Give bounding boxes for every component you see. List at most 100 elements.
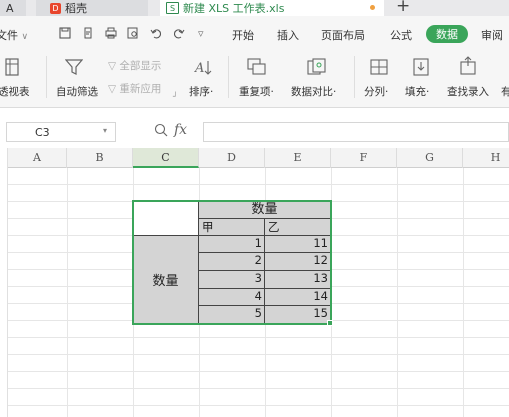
- lookup-entry-icon[interactable]: [458, 56, 478, 80]
- tab-label: A: [6, 1, 14, 15]
- table-cell-yi[interactable]: 11: [265, 236, 331, 253]
- split-column-button[interactable]: 分列·: [364, 84, 388, 99]
- reapply-button[interactable]: ▽ 重新应用: [108, 81, 161, 96]
- export-pdf-icon[interactable]: [81, 27, 94, 40]
- chevron-down-icon[interactable]: ▾: [103, 126, 107, 135]
- pivot-table-icon[interactable]: [2, 58, 22, 80]
- fill-handle[interactable]: [327, 320, 333, 326]
- unsaved-dot-icon: [370, 5, 375, 10]
- column-header-f[interactable]: F: [331, 148, 397, 168]
- insert-function-button[interactable]: fx: [174, 122, 187, 138]
- table-header-yi[interactable]: 乙: [265, 219, 331, 236]
- column-header-a[interactable]: A: [8, 148, 67, 168]
- formula-bar: C3 ▾ fx: [0, 118, 509, 146]
- table-cell-jia[interactable]: 1: [199, 236, 265, 253]
- table-row-label[interactable]: 数量: [133, 236, 199, 324]
- filter-small-icon: ▽: [108, 83, 117, 95]
- table-cell-yi[interactable]: 15: [265, 306, 331, 324]
- table-cell-yi[interactable]: 12: [265, 253, 331, 271]
- dropdown-caret-icon: ·: [426, 86, 430, 98]
- ribbon-toolbar: 透视表 自动筛选 ▽ 全部显示 ▽ 重新应用 ┘ A 排序· 重复项· 数据对比…: [0, 52, 509, 108]
- sort-button[interactable]: 排序·: [189, 84, 213, 99]
- row-header-strip: [0, 148, 8, 417]
- split-label: 分列: [364, 86, 385, 98]
- row-line: [0, 184, 509, 185]
- ribbon-overflow-label[interactable]: 有: [501, 84, 509, 99]
- print-preview-icon[interactable]: [126, 27, 139, 40]
- fill-icon[interactable]: [411, 58, 431, 80]
- reapply-label: 重新应用: [119, 83, 162, 95]
- print-icon[interactable]: [104, 27, 117, 40]
- column-header-d[interactable]: D: [199, 148, 265, 168]
- tab-spreadsheet[interactable]: S 新建 XLS 工作表.xls: [160, 0, 384, 16]
- save-icon[interactable]: [58, 27, 71, 40]
- menu-file[interactable]: 文件 ∨: [0, 27, 28, 43]
- column-header-h[interactable]: H: [463, 148, 509, 168]
- table-corner-cell[interactable]: [133, 201, 199, 236]
- row-line: [0, 371, 509, 372]
- table-cell-jia[interactable]: 5: [199, 306, 265, 324]
- formula-input[interactable]: [203, 122, 509, 142]
- dropdown-caret-icon: ·: [270, 86, 274, 98]
- redo-icon[interactable]: [172, 27, 185, 40]
- table-header-jia[interactable]: 甲: [199, 219, 265, 236]
- table-cell-jia[interactable]: 3: [199, 271, 265, 289]
- dropdown-caret-icon: ·: [210, 86, 214, 98]
- tab-spreadsheet-label: 新建 XLS 工作表.xls: [183, 2, 285, 15]
- data-table: 数量 甲 乙 数量 1 11 2 12 3 13 4 14 5 15: [133, 201, 331, 324]
- column-header-c[interactable]: C: [133, 148, 199, 168]
- name-box[interactable]: C3 ▾: [6, 122, 116, 142]
- row-line: [0, 354, 509, 355]
- row-line: [0, 388, 509, 389]
- show-all-label: 全部显示: [119, 60, 162, 72]
- tab-docer-label: 稻壳: [65, 2, 87, 15]
- column-header-b[interactable]: B: [67, 148, 133, 168]
- menu-formula[interactable]: 公式: [390, 27, 412, 43]
- tab-previous[interactable]: A: [0, 0, 26, 16]
- group-corner-icon[interactable]: ┘: [173, 92, 178, 101]
- fill-label: 填充: [405, 86, 426, 98]
- column-header-g[interactable]: G: [397, 148, 463, 168]
- dropdown-caret-icon: ·: [333, 86, 337, 98]
- table-cell-jia[interactable]: 4: [199, 289, 265, 306]
- filter-icon[interactable]: [64, 58, 84, 80]
- column-header-e[interactable]: E: [265, 148, 331, 168]
- undo-icon[interactable]: [149, 27, 162, 40]
- menu-review[interactable]: 审阅: [481, 27, 503, 43]
- table-cell-jia[interactable]: 2: [199, 253, 265, 271]
- column-line: [67, 168, 68, 417]
- menu-insert[interactable]: 插入: [277, 27, 299, 43]
- row-line: [0, 337, 509, 338]
- duplicates-icon[interactable]: [247, 58, 267, 80]
- menu-page-layout[interactable]: 页面布局: [321, 27, 365, 43]
- cell-reference: C3: [35, 126, 50, 139]
- fill-button[interactable]: 填充·: [405, 84, 429, 99]
- duplicates-button[interactable]: 重复项·: [239, 84, 274, 99]
- row-line: [0, 405, 509, 406]
- show-all-button[interactable]: ▽ 全部显示: [108, 58, 161, 73]
- column-line: [331, 168, 332, 417]
- table-cell-yi[interactable]: 14: [265, 289, 331, 306]
- table-cell-yi[interactable]: 13: [265, 271, 331, 289]
- spreadsheet-file-icon: S: [166, 2, 179, 14]
- lookup-entry-button[interactable]: 查找录入: [447, 84, 489, 99]
- new-tab-button[interactable]: +: [396, 0, 410, 16]
- tab-docer[interactable]: D 稻壳: [36, 0, 148, 16]
- menu-start[interactable]: 开始: [232, 27, 254, 43]
- duplicates-label: 重复项: [239, 86, 271, 98]
- zoom-icon[interactable]: [154, 123, 168, 141]
- sort-icon[interactable]: A: [194, 58, 214, 82]
- quick-access-dropdown[interactable]: ▿: [198, 27, 204, 40]
- menu-data[interactable]: 数据: [426, 25, 468, 43]
- data-compare-button[interactable]: 数据对比·: [291, 84, 336, 99]
- menu-file-label: 文件: [0, 29, 18, 42]
- divider: [228, 56, 229, 98]
- split-column-icon[interactable]: [369, 58, 389, 80]
- chevron-down-icon: ∨: [21, 32, 29, 42]
- table-header-quantity[interactable]: 数量: [199, 201, 331, 219]
- auto-filter-button[interactable]: 自动筛选: [56, 84, 98, 99]
- data-compare-icon[interactable]: [307, 58, 327, 80]
- svg-text:A: A: [194, 61, 204, 76]
- filter-small-icon: ▽: [108, 60, 117, 72]
- pivot-table-button[interactable]: 透视表: [0, 84, 30, 99]
